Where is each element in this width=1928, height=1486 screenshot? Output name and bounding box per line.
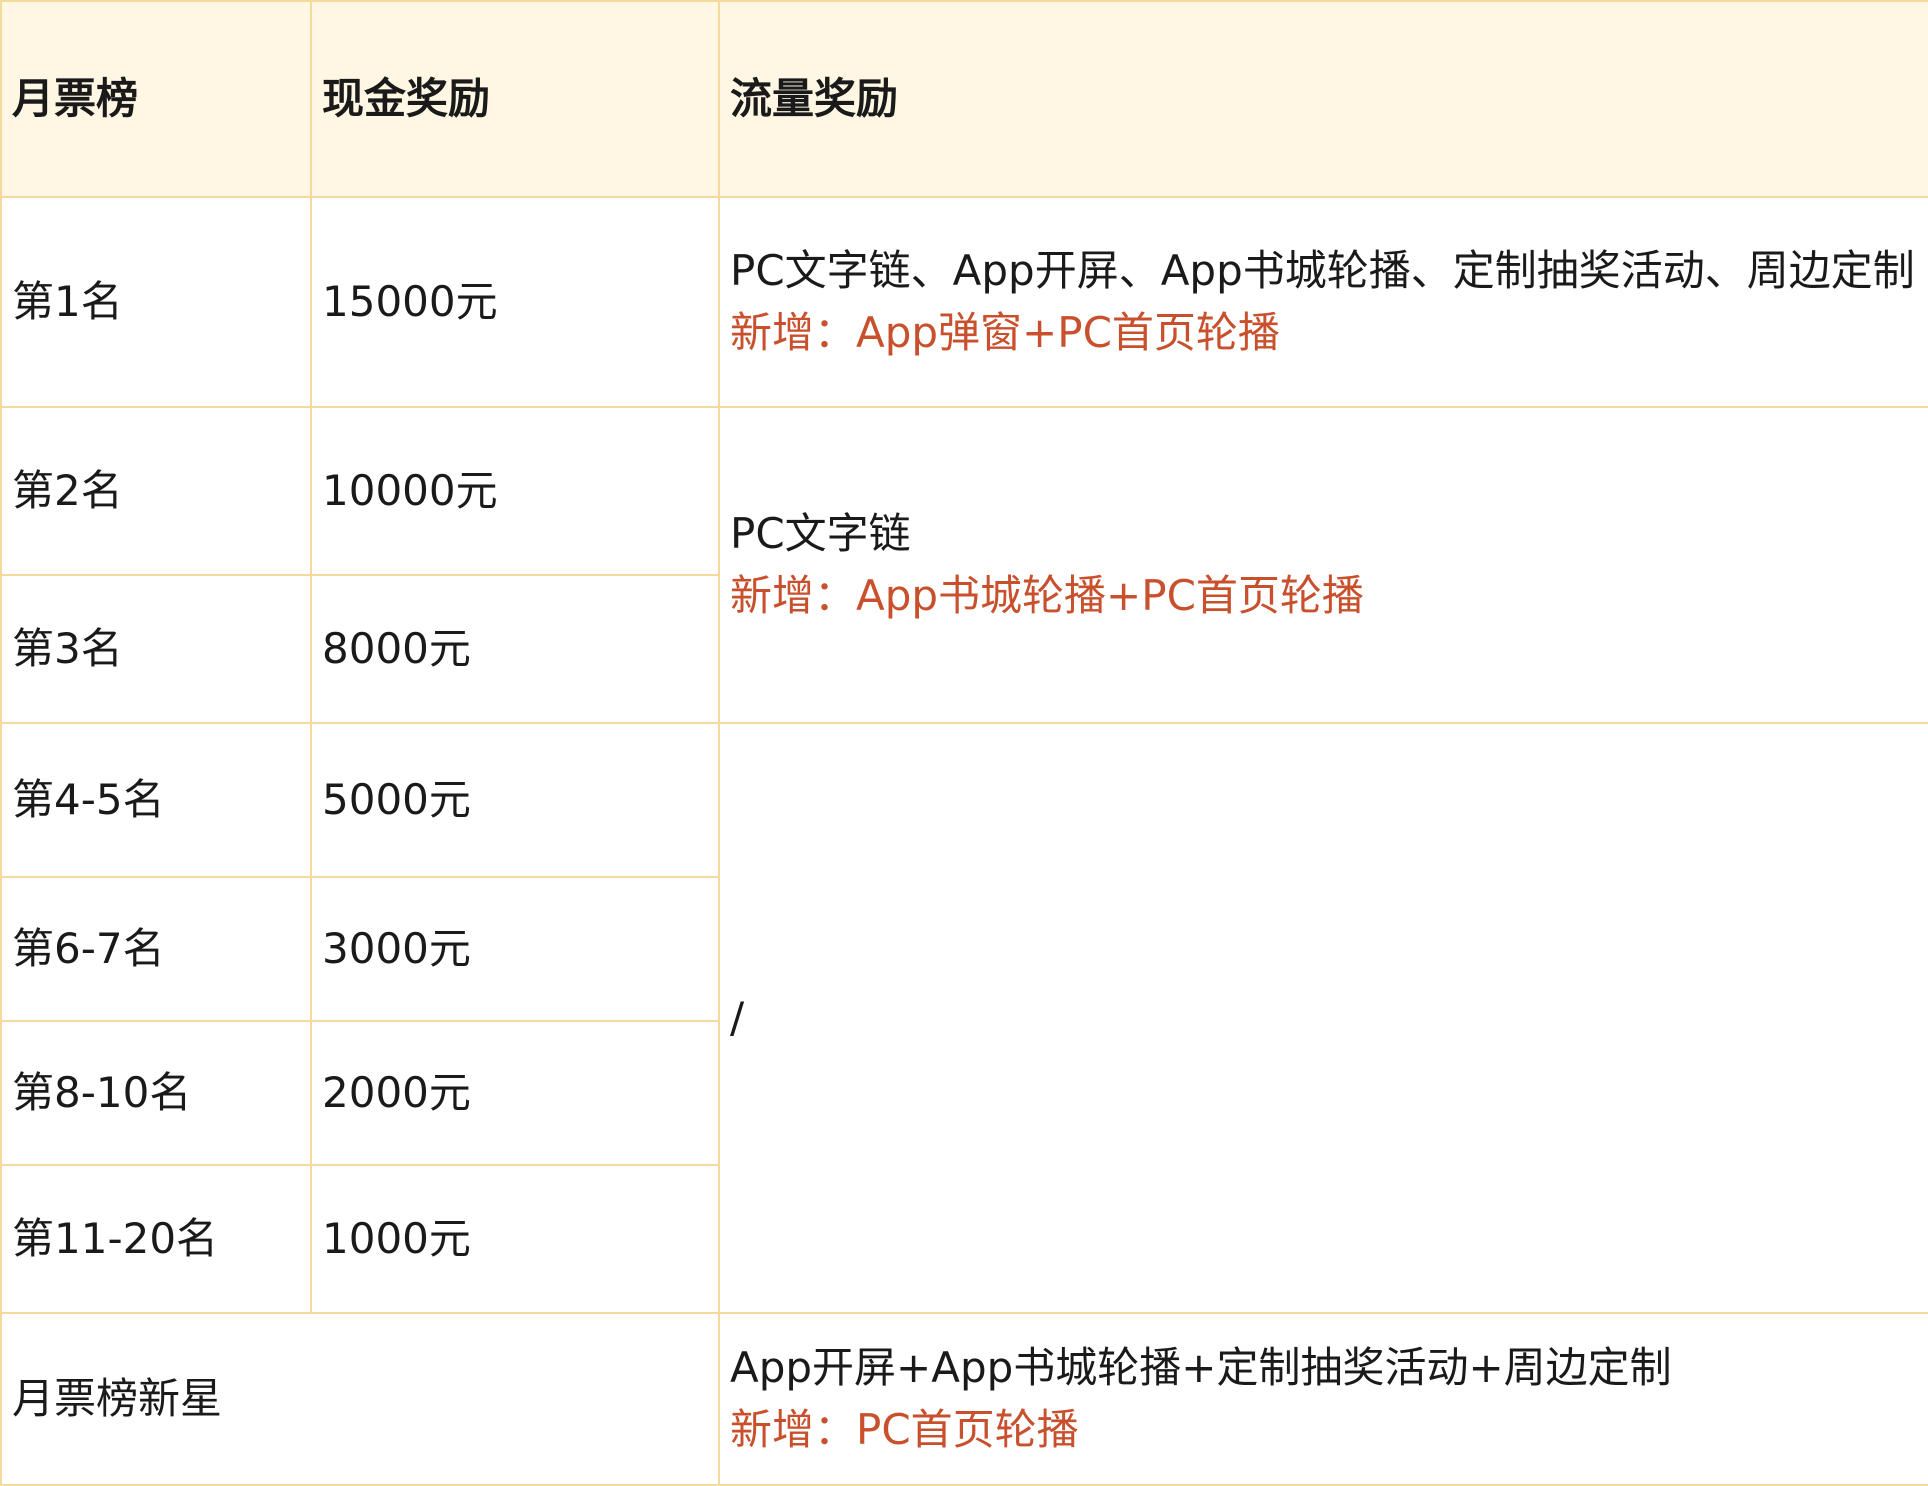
cash-cell: 1000元 (310, 1164, 720, 1314)
header-cash: 现金奖励 (310, 0, 720, 198)
rank-cell: 第3名 (0, 574, 312, 724)
traffic-new-text: 新增：PC首页轮播 (730, 1405, 1079, 1454)
rank-cell: 第1名 (0, 196, 312, 408)
cash-cell: 15000元 (310, 196, 720, 408)
rank-cell: 第11-20名 (0, 1164, 312, 1314)
table-row: 第1名 15000元 PC文字链、App开屏、App书城轮播、定制抽奖活动、周边… (0, 196, 1928, 408)
table-row: 第4-5名 5000元 / (0, 722, 1928, 1314)
table-header-row: 月票榜 现金奖励 流量奖励 (0, 0, 1928, 198)
traffic-base-text: PC文字链、App开屏、App书城轮播、定制抽奖活动、周边定制 (730, 246, 1915, 295)
traffic-cell-group2: PC文字链 新增：App书城轮播+PC首页轮播 (718, 406, 1928, 724)
rank-cell: 第2名 (0, 406, 312, 576)
cash-cell: 5000元 (310, 722, 720, 878)
rank-cell: 第6-7名 (0, 876, 312, 1022)
traffic-none-text: / (730, 993, 745, 1042)
newstar-label-cell: 月票榜新星 (0, 1312, 720, 1486)
rank-cell: 第8-10名 (0, 1020, 312, 1166)
cash-cell: 3000元 (310, 876, 720, 1022)
table-row: 第2名 10000元 PC文字链 新增：App书城轮播+PC首页轮播 (0, 406, 1928, 724)
traffic-new-text: 新增：App书城轮播+PC首页轮播 (730, 571, 1364, 620)
traffic-base-text: PC文字链 (730, 509, 911, 558)
cash-cell: 2000元 (310, 1020, 720, 1166)
header-rank: 月票榜 (0, 0, 312, 198)
traffic-cell-group3: / (718, 722, 1928, 1314)
traffic-base-text: App开屏+App书城轮播+定制抽奖活动+周边定制 (730, 1343, 1672, 1392)
traffic-cell-group1: PC文字链、App开屏、App书城轮播、定制抽奖活动、周边定制 新增：App弹窗… (718, 196, 1928, 408)
rank-cell: 第4-5名 (0, 722, 312, 878)
cash-cell: 10000元 (310, 406, 720, 576)
cash-cell: 8000元 (310, 574, 720, 724)
traffic-new-text: 新增：App弹窗+PC首页轮播 (730, 308, 1280, 357)
reward-table: 月票榜 现金奖励 流量奖励 第1名 15000元 PC文字链、App开屏、App… (0, 0, 1928, 1486)
header-traffic: 流量奖励 (718, 0, 1928, 198)
table-row-newstar: 月票榜新星 App开屏+App书城轮播+定制抽奖活动+周边定制 新增：PC首页轮… (0, 1312, 1928, 1486)
traffic-cell-newstar: App开屏+App书城轮播+定制抽奖活动+周边定制 新增：PC首页轮播 (718, 1312, 1928, 1486)
